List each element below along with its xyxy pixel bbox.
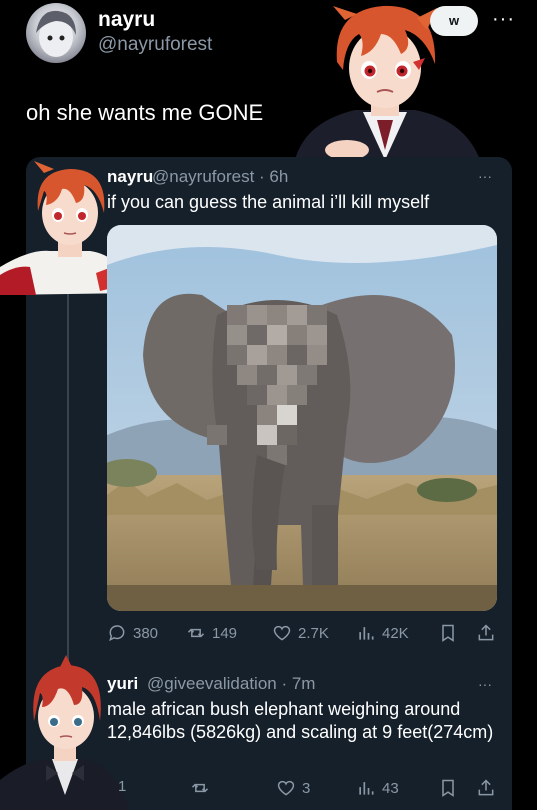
tweet-text: male african bush elephant weighing arou… <box>107 699 494 742</box>
like-count: 2.7K <box>298 624 329 642</box>
reply-icon <box>109 625 125 642</box>
reply-button[interactable]: 380 <box>107 623 158 643</box>
reply-button[interactable]: 1 <box>118 778 126 795</box>
reply-count: 380 <box>133 624 159 642</box>
views-button[interactable]: 42K <box>356 623 409 643</box>
follow-button[interactable]: w <box>430 6 478 36</box>
display-name[interactable]: nayru <box>98 8 155 32</box>
tweet-text: if you can guess the animal i’ll kill my… <box>107 192 430 212</box>
more-options-icon[interactable]: ··· <box>478 168 492 184</box>
like-icon <box>277 780 295 796</box>
bookmark-icon <box>442 624 454 642</box>
share-button[interactable] <box>476 778 496 798</box>
retweet-icon <box>191 783 209 793</box>
more-options-icon[interactable]: ··· <box>492 8 515 31</box>
tweet-photo[interactable] <box>107 225 497 611</box>
more-options-icon[interactable]: ··· <box>478 676 492 692</box>
handle-and-time[interactable]: @giveevalidation · 7m <box>147 674 315 694</box>
share-icon <box>478 779 494 796</box>
retweet-button[interactable] <box>190 778 216 798</box>
like-button[interactable]: 3 <box>276 778 310 798</box>
handle-and-time[interactable]: @nayruforest · 6h <box>152 167 288 187</box>
retweet-button[interactable]: 149 <box>186 623 237 643</box>
like-icon <box>273 625 291 641</box>
views-icon <box>359 782 374 795</box>
views-count: 42K <box>382 624 409 642</box>
user-handle[interactable]: @nayruforest <box>98 34 212 56</box>
like-count: 3 <box>302 779 311 797</box>
bookmark-icon <box>442 779 454 797</box>
share-icon <box>478 624 494 641</box>
like-button[interactable]: 2.7K <box>272 623 329 643</box>
retweet-icon <box>187 628 205 638</box>
bookmark-button[interactable] <box>438 778 458 798</box>
avatar[interactable] <box>26 3 86 63</box>
views-icon <box>359 627 374 640</box>
display-name[interactable]: nayru <box>107 167 153 187</box>
tweet-text: oh she wants me GONE <box>26 100 264 125</box>
thread-connector-line <box>67 292 69 662</box>
reply-count: 1 <box>118 778 127 795</box>
views-count: 43 <box>382 779 399 797</box>
bookmark-button[interactable] <box>438 623 458 643</box>
retweet-count: 149 <box>212 624 238 642</box>
display-name[interactable]: yuri <box>107 674 138 694</box>
views-button[interactable]: 43 <box>356 778 399 798</box>
share-button[interactable] <box>476 623 496 643</box>
